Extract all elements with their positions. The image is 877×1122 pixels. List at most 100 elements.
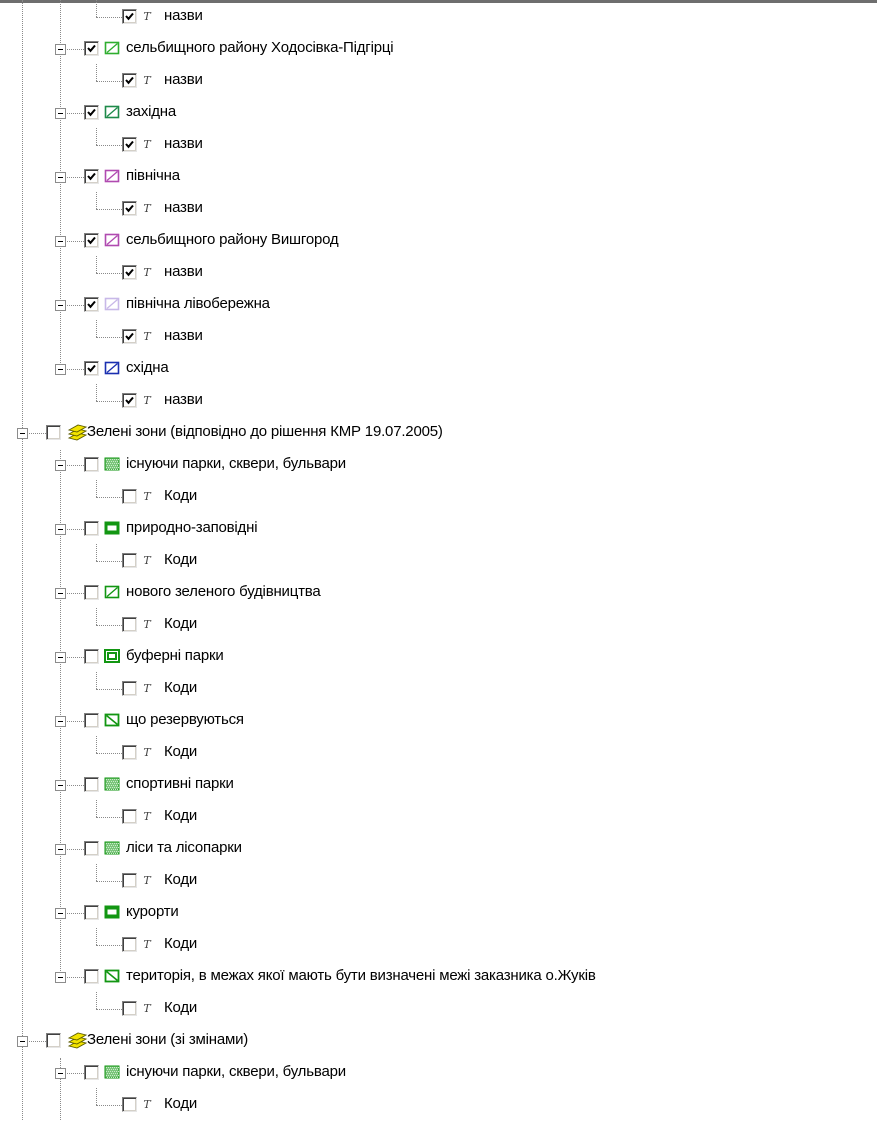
branch-connector-horizontal xyxy=(65,113,84,114)
layer-row[interactable]: територія, в межах якої мають бути визна… xyxy=(0,962,877,994)
layer-row[interactable]: спортивні парки xyxy=(0,770,877,802)
visibility-checkbox[interactable] xyxy=(84,969,99,984)
layer-row[interactable]: що резервуються xyxy=(0,706,877,738)
visibility-checkbox-checked[interactable] xyxy=(84,41,99,56)
visibility-checkbox[interactable] xyxy=(46,1033,61,1048)
branch-connector-horizontal xyxy=(65,1073,84,1074)
visibility-checkbox[interactable] xyxy=(122,681,137,696)
visibility-checkbox-checked[interactable] xyxy=(84,233,99,248)
collapse-toggle-icon[interactable] xyxy=(17,1036,28,1047)
collapse-toggle-icon[interactable] xyxy=(17,428,28,439)
text-t-icon: T xyxy=(143,554,151,567)
visibility-checkbox[interactable] xyxy=(84,1065,99,1080)
visibility-checkbox-checked[interactable] xyxy=(122,137,137,152)
visibility-checkbox[interactable] xyxy=(122,937,137,952)
collapse-toggle-icon[interactable] xyxy=(55,1068,66,1079)
collapse-toggle-icon[interactable] xyxy=(55,236,66,247)
visibility-checkbox[interactable] xyxy=(122,1001,137,1016)
collapse-toggle-icon[interactable] xyxy=(55,460,66,471)
layer-row[interactable]: існуючи парки, сквери, бульвари xyxy=(0,450,877,482)
layer-row[interactable]: західна xyxy=(0,98,877,130)
leaf-connector-vertical xyxy=(96,864,97,881)
label-layer-row[interactable]: Tназви xyxy=(0,128,877,162)
visibility-checkbox[interactable] xyxy=(46,425,61,440)
layer-row[interactable]: північна лівобережна xyxy=(0,290,877,322)
label-layer-row[interactable]: Tназви xyxy=(0,384,877,418)
collapse-toggle-icon[interactable] xyxy=(55,300,66,311)
visibility-checkbox[interactable] xyxy=(122,1097,137,1112)
layer-row[interactable]: сельбищного району Вишгород xyxy=(0,226,877,258)
visibility-checkbox[interactable] xyxy=(122,489,137,504)
visibility-checkbox-checked[interactable] xyxy=(122,265,137,280)
collapse-toggle-icon[interactable] xyxy=(55,108,66,119)
group-label: Зелені зони (відповідно до рішення КМР 1… xyxy=(87,423,443,440)
visibility-checkbox-checked[interactable] xyxy=(84,297,99,312)
layer-row[interactable]: буферні парки xyxy=(0,642,877,674)
visibility-checkbox-checked[interactable] xyxy=(84,169,99,184)
layer-row[interactable]: східна xyxy=(0,354,877,386)
collapse-toggle-icon[interactable] xyxy=(55,524,66,535)
text-t-icon: T xyxy=(143,10,151,23)
collapse-toggle-icon[interactable] xyxy=(55,652,66,663)
label-layer-row[interactable]: T Коди xyxy=(0,608,877,642)
visibility-checkbox-checked[interactable] xyxy=(122,73,137,88)
layer-row[interactable]: природно-заповідні xyxy=(0,514,877,546)
visibility-checkbox-checked[interactable] xyxy=(84,105,99,120)
layer-row[interactable]: існуючи парки, сквери, бульвари xyxy=(0,1058,877,1090)
collapse-toggle-icon[interactable] xyxy=(55,716,66,727)
label-layer-row[interactable]: T Коди xyxy=(0,672,877,706)
visibility-checkbox-checked[interactable] xyxy=(122,201,137,216)
collapse-toggle-icon[interactable] xyxy=(55,780,66,791)
visibility-checkbox[interactable] xyxy=(84,777,99,792)
layer-row[interactable]: нового зеленого будівництва xyxy=(0,578,877,610)
label-layer-row[interactable]: T Коди xyxy=(0,544,877,578)
label-layer-row[interactable]: T Коди xyxy=(0,928,877,962)
visibility-checkbox-checked[interactable] xyxy=(122,329,137,344)
label-layer-row[interactable]: T Коди xyxy=(0,480,877,514)
visibility-checkbox[interactable] xyxy=(122,553,137,568)
collapse-toggle-icon[interactable] xyxy=(55,44,66,55)
visibility-checkbox[interactable] xyxy=(122,745,137,760)
visibility-checkbox[interactable] xyxy=(84,841,99,856)
label-layer-row[interactable]: T Коди xyxy=(0,800,877,834)
label-layer-row[interactable]: T Коди xyxy=(0,864,877,898)
visibility-checkbox-checked[interactable] xyxy=(84,361,99,376)
label-layer-row[interactable]: Tназви xyxy=(0,64,877,98)
visibility-checkbox-checked[interactable] xyxy=(122,393,137,408)
collapse-toggle-icon[interactable] xyxy=(55,844,66,855)
visibility-checkbox[interactable] xyxy=(122,809,137,824)
collapse-toggle-icon[interactable] xyxy=(55,908,66,919)
visibility-checkbox[interactable] xyxy=(84,713,99,728)
collapse-toggle-icon[interactable] xyxy=(55,972,66,983)
collapse-toggle-icon[interactable] xyxy=(55,588,66,599)
label-layer-row[interactable]: Tназви xyxy=(0,0,877,34)
visibility-checkbox[interactable] xyxy=(84,457,99,472)
label-layer-row[interactable]: T Коди xyxy=(0,1088,877,1122)
layer-row[interactable]: курорти xyxy=(0,898,877,930)
label-layer-name: Коди xyxy=(164,743,198,760)
label-layer-row[interactable]: T Коди xyxy=(0,736,877,770)
visibility-checkbox[interactable] xyxy=(84,905,99,920)
layer-group-row[interactable]: Зелені зони (відповідно до рішення КМР 1… xyxy=(0,418,877,450)
layer-name: сельбищного району Ходосівка-Підгірці xyxy=(126,39,394,56)
layer-row[interactable]: ліси та лісопарки xyxy=(0,834,877,866)
layer-group-row[interactable]: Зелені зони (зі змінами) xyxy=(0,1026,877,1058)
label-layer-row[interactable]: Tназви xyxy=(0,192,877,226)
label-layer-row[interactable]: Tназви xyxy=(0,320,877,354)
leaf-connector-horizontal xyxy=(96,689,122,690)
collapse-toggle-icon[interactable] xyxy=(55,172,66,183)
layer-row[interactable]: північна xyxy=(0,162,877,194)
visibility-checkbox[interactable] xyxy=(84,649,99,664)
visibility-checkbox[interactable] xyxy=(84,585,99,600)
layer-row[interactable]: сельбищного району Ходосівка-Підгірці xyxy=(0,34,877,66)
label-layer-row[interactable]: T Коди xyxy=(0,992,877,1026)
collapse-toggle-icon[interactable] xyxy=(55,364,66,375)
label-layer-row[interactable]: Tназви xyxy=(0,256,877,290)
visibility-checkbox[interactable] xyxy=(122,617,137,632)
visibility-checkbox[interactable] xyxy=(84,521,99,536)
visibility-checkbox[interactable] xyxy=(122,873,137,888)
label-layer-name: назви xyxy=(164,199,203,216)
visibility-checkbox-checked[interactable] xyxy=(122,9,137,24)
layer-tree[interactable]: Tназви сельбищного району Ходосівка-Підгі… xyxy=(0,0,877,1120)
thick-border-green-symbol xyxy=(104,904,120,920)
